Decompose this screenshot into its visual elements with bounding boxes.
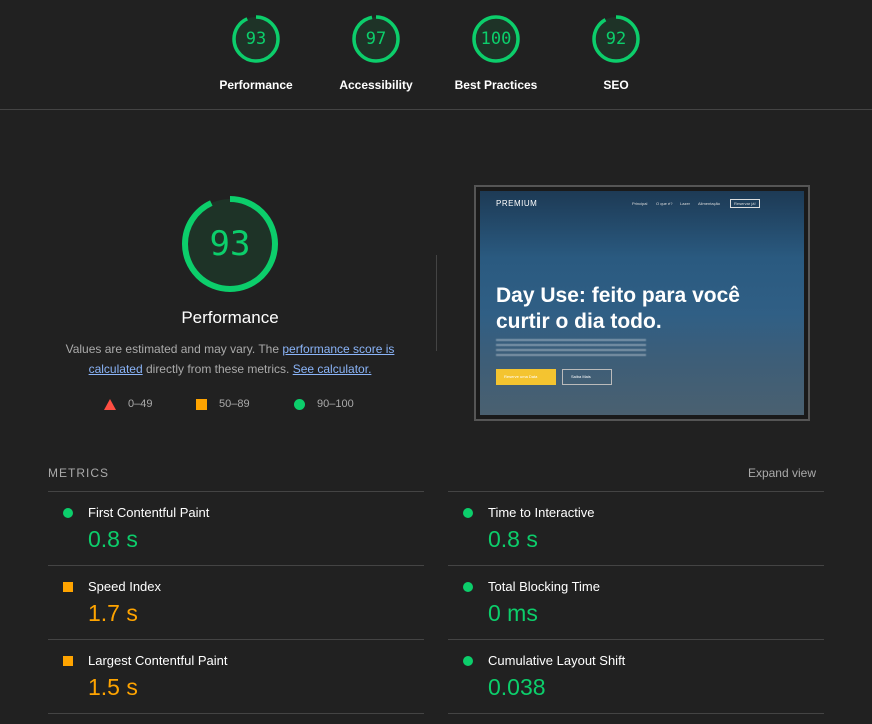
metrics-heading: METRICS (48, 466, 109, 480)
metric-label: Cumulative Layout Shift (488, 653, 626, 668)
desc-text: directly from these metrics. (142, 362, 293, 376)
legend-range: 0–49 (128, 398, 153, 410)
metric-tbt: Total Blocking Time 0 ms (448, 565, 824, 639)
see-calculator-link[interactable]: See calculator. (293, 362, 372, 376)
legend-pass: 90–100 (294, 398, 354, 410)
circle-icon (463, 582, 473, 592)
site-nav-item: Reservar já! (730, 199, 760, 208)
metric-value: 0 ms (488, 600, 538, 626)
gauge-label: Accessibility (339, 78, 413, 92)
metric-speed-index: Speed Index 1.7 s (48, 565, 424, 639)
gauge-performance[interactable]: 93 Performance (196, 14, 316, 92)
site-button-primary: Reserve uma Data (496, 369, 556, 385)
circle-icon (463, 656, 473, 666)
legend-average: 50–89 (196, 398, 250, 410)
metric-fcp: First Contentful Paint 0.8 s (48, 491, 424, 565)
metrics-right: Time to Interactive 0.8 s Total Blocking … (448, 491, 824, 714)
score-header: 93 Performance 97 Accessibility 100 Best Pr… (0, 0, 872, 110)
site-headline: Day Use: feito para você curtir o dia to… (496, 284, 740, 333)
metric-cls: Cumulative Layout Shift 0.038 (448, 639, 824, 713)
performance-score: 93 (209, 224, 251, 264)
gauge-score: 92 (605, 29, 627, 49)
metric-value: 0.8 s (488, 526, 538, 552)
square-icon (63, 582, 73, 592)
metric-label: First Contentful Paint (88, 505, 210, 520)
metric-label: Speed Index (88, 579, 162, 594)
site-paragraph (496, 339, 646, 357)
circle-icon (294, 398, 305, 410)
metric-label: Largest Contentful Paint (88, 653, 228, 668)
expand-view-toggle[interactable]: Expand view (748, 466, 816, 480)
circle-icon (463, 508, 473, 518)
metric-value: 0.8 s (88, 526, 138, 552)
legend-range: 90–100 (317, 398, 354, 410)
legend-range: 50–89 (219, 398, 250, 410)
site-nav-item: O que é? (656, 201, 673, 206)
gauge-seo[interactable]: 92 SEO (556, 14, 676, 92)
metric-value: 1.7 s (88, 600, 138, 626)
divider (436, 255, 437, 351)
legend-fail: 0–49 (104, 398, 152, 410)
site-nav-item: Lazer (680, 201, 691, 206)
square-icon (196, 398, 207, 410)
gauge-score: 93 (245, 29, 267, 49)
square-icon (63, 656, 73, 666)
metric-label: Time to Interactive (488, 505, 595, 520)
metric-value: 1.5 s (88, 674, 138, 700)
desc-text: Values are estimated and may vary. The (65, 342, 283, 356)
metric-value: 0.038 (488, 674, 546, 700)
metric-label: Total Blocking Time (488, 579, 600, 594)
gauge-label: Best Practices (454, 78, 538, 92)
performance-gauge: 93 (180, 196, 280, 296)
final-screenshot: PREMIUM Principal O que é? Lazer Aliment… (474, 185, 810, 421)
site-nav-item: Alimentação (698, 201, 721, 206)
gauge-score: 100 (480, 29, 512, 49)
performance-title: Performance (181, 308, 279, 327)
site-logo: PREMIUM (496, 199, 538, 208)
triangle-icon (104, 398, 116, 410)
site-button-secondary: Saiba Mais (562, 369, 612, 385)
gauge-score: 97 (365, 29, 387, 49)
metric-lcp: Largest Contentful Paint 1.5 s (48, 639, 424, 713)
metrics-left: First Contentful Paint 0.8 s Speed Index 1… (48, 491, 424, 714)
gauge-best-practices[interactable]: 100 Best Practices (436, 14, 556, 92)
metric-tti: Time to Interactive 0.8 s (448, 491, 824, 565)
gauge-label: Performance (219, 78, 293, 92)
circle-icon (63, 508, 73, 518)
site-nav-item: Principal (632, 201, 648, 206)
gauge-label: SEO (603, 78, 629, 92)
performance-description: Values are estimated and may vary. The p… (58, 339, 402, 379)
gauge-accessibility[interactable]: 97 Accessibility (316, 14, 436, 92)
